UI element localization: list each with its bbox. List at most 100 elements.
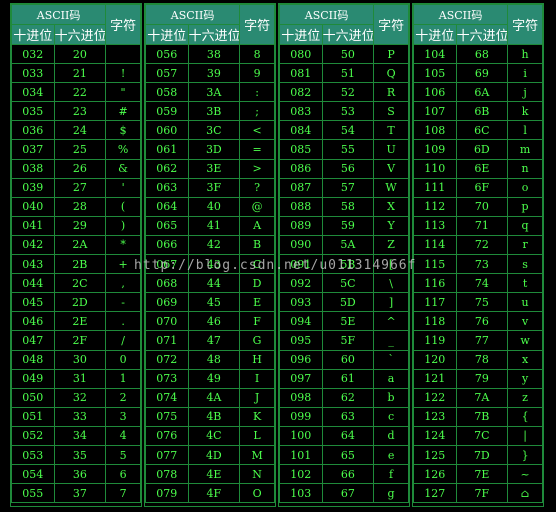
hex-cell: 5D <box>321 292 375 313</box>
char-cell: { <box>507 406 543 427</box>
char-cell: R <box>373 82 409 103</box>
char-cell: / <box>105 330 141 351</box>
char-cell: J <box>239 387 275 408</box>
char-cell: < <box>239 120 275 141</box>
dec-cell: 062 <box>145 158 189 179</box>
table-row: 047 2F / <box>11 330 141 351</box>
dec-cell: 066 <box>145 234 189 256</box>
table-row: 122 7A z <box>413 387 543 408</box>
dec-header: 十进位 <box>145 24 189 45</box>
dec-cell: 096 <box>279 349 323 370</box>
char-cell: g <box>373 483 409 504</box>
dec-cell: 074 <box>145 387 189 408</box>
table-row: 074 4A J <box>145 387 275 408</box>
watermark-text: http://blog.csdn.net/u011314966f <box>134 258 417 273</box>
dec-cell: 105 <box>413 63 457 84</box>
char-cell: 6 <box>105 464 141 485</box>
hex-cell: 6D <box>455 139 509 160</box>
table-row: 073 49 I <box>145 368 275 389</box>
char-cell: L <box>239 425 275 446</box>
hex-cell: 73 <box>455 254 509 275</box>
dec-cell: 069 <box>145 292 189 313</box>
dec-cell: 076 <box>145 425 189 446</box>
dec-cell: 113 <box>413 215 457 236</box>
dec-cell: 089 <box>279 215 323 236</box>
char-cell: N <box>239 464 275 485</box>
char-cell: D <box>239 273 275 294</box>
hex-cell: 66 <box>321 464 375 485</box>
dec-cell: 078 <box>145 464 189 485</box>
hex-cell: 7C <box>455 425 509 446</box>
char-cell: ' <box>105 177 141 198</box>
table-row: 044 2C, <box>11 273 141 294</box>
table-row: 065 41 A <box>145 215 275 236</box>
dec-cell: 100 <box>279 425 323 446</box>
table-row: 043 2B + <box>11 254 141 275</box>
hex-cell: 4F <box>187 483 241 504</box>
char-cell: \ <box>373 273 409 294</box>
char-cell: r <box>507 234 543 256</box>
table-row: 113 71 q <box>413 215 543 236</box>
table-row: 104 68 h <box>413 43 543 65</box>
dec-cell: 037 <box>11 139 55 160</box>
dec-cell: 121 <box>413 368 457 389</box>
dec-cell: 063 <box>145 177 189 198</box>
char-cell: _ <box>373 330 409 351</box>
char-header: 字符 <box>507 4 543 45</box>
char-cell: ` <box>373 349 409 370</box>
hex-cell: 69 <box>455 63 509 84</box>
ascii-group-2: ASCII码 字符 十进位 十六进位 056 38 8 057 39 9 058 3A:059 3B; 0… <box>144 3 276 507</box>
char-cell: y <box>507 368 543 389</box>
table-row: 092 5C \ <box>279 273 409 294</box>
table-row: 071 47 G <box>145 330 275 351</box>
char-cell: S <box>373 101 409 122</box>
hex-header: 十六进位 <box>53 24 107 45</box>
table-row: 055 37 7 <box>11 483 141 504</box>
char-cell: V <box>373 158 409 179</box>
char-cell: d <box>373 425 409 446</box>
char-cell: ~ <box>507 464 543 485</box>
dec-cell: 045 <box>11 292 55 313</box>
hex-cell: 44 <box>187 273 241 294</box>
table-row: 039 27 ' <box>11 177 141 198</box>
hex-cell: 56 <box>321 158 375 179</box>
char-cell: = <box>239 139 275 160</box>
dec-cell: 057 <box>145 63 189 84</box>
char-cell: n <box>507 158 543 179</box>
char-cell: B <box>239 234 275 256</box>
hex-cell: 34 <box>53 425 107 446</box>
char-cell: ; <box>239 101 275 122</box>
char-header: 字符 <box>239 4 275 45</box>
hex-cell: 4B <box>187 406 241 427</box>
table-row: 106 6A j <box>413 82 543 103</box>
char-cell: 4 <box>105 425 141 446</box>
char-cell: f <box>373 464 409 485</box>
dec-cell: 047 <box>11 330 55 351</box>
hex-cell: 26 <box>53 158 107 179</box>
char-cell: F <box>239 311 275 332</box>
dec-cell: 099 <box>279 406 323 427</box>
table-row: 127 7F ⌂ <box>413 483 543 504</box>
table-row: 118 76 v <box>413 311 543 332</box>
table-row: 070 46 F <box>145 311 275 332</box>
ascii-code-header: ASCII码 <box>412 4 509 25</box>
dec-cell: 036 <box>11 120 55 141</box>
dec-cell: 056 <box>145 43 189 65</box>
char-cell: q <box>507 215 543 236</box>
dec-cell: 085 <box>279 139 323 160</box>
hex-cell: 4D <box>187 444 241 466</box>
dec-cell: 095 <box>279 330 323 351</box>
dec-cell: 126 <box>413 464 457 485</box>
table-row: 115 73 s <box>413 254 543 275</box>
hex-cell: 49 <box>187 368 241 389</box>
table-row: 054 36 6 <box>11 464 141 485</box>
dec-cell: 035 <box>11 101 55 122</box>
table-row: 045 2D - <box>11 292 141 313</box>
dec-cell: 064 <box>145 196 189 217</box>
dec-cell: 051 <box>11 406 55 427</box>
hex-cell: 46 <box>187 311 241 332</box>
hex-cell: 6C <box>455 120 509 141</box>
table-row: 117 75 u <box>413 292 543 313</box>
dec-cell: 054 <box>11 464 55 485</box>
table-row: 076 4C L <box>145 425 275 446</box>
